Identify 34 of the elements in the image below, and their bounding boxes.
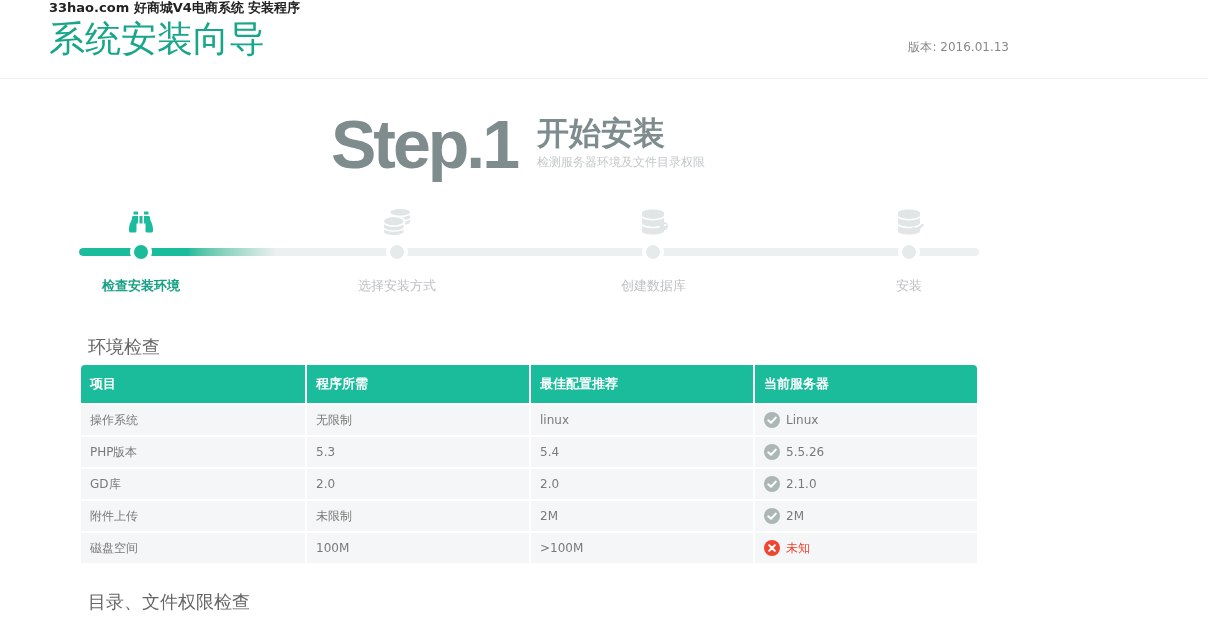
table-cell: 2.0: [307, 469, 529, 499]
step-label: 检查安装环境: [102, 278, 180, 294]
page-title: 系统安装向导: [49, 19, 265, 59]
site-title: 33hao.com 好商城V4电商系统 安装程序: [49, 0, 301, 15]
table-cell: >100M: [531, 533, 753, 563]
table-cell: 2.0: [531, 469, 753, 499]
table-cell: 5.3: [307, 437, 529, 467]
server-value: 5.5.26: [786, 444, 825, 461]
server-value: Linux: [786, 412, 819, 429]
section-title: 环境检查: [88, 335, 160, 359]
table-cell: 附件上传: [81, 501, 305, 531]
table-cell: 2M: [531, 501, 753, 531]
server-value: 未知: [786, 540, 810, 557]
version-label: 版本: 2016.01.13: [908, 40, 1009, 55]
table-header-cell: 当前服务器: [755, 365, 977, 403]
table-cell: PHP版本: [81, 437, 305, 467]
table-header-cell: 程序所需: [307, 365, 529, 403]
table-cell: 磁盘空间: [81, 533, 305, 563]
section-title: 目录、文件权限检查: [88, 590, 250, 614]
server-value: 2.1.0: [786, 476, 817, 493]
table-header-cell: 最佳配置推荐: [531, 365, 753, 403]
table-cell: 100M: [307, 533, 529, 563]
step-title: 开始安装: [537, 115, 666, 151]
step-label: 安装: [896, 278, 922, 294]
step-label: 选择安装方式: [358, 278, 436, 294]
table-cell: 操作系统: [81, 405, 305, 435]
table-cell: 无限制: [307, 405, 529, 435]
table-cell: linux: [531, 405, 753, 435]
table-cell: 5.4: [531, 437, 753, 467]
table-cell: 未限制: [307, 501, 529, 531]
table-cell: GD库: [81, 469, 305, 499]
server-value: 2M: [786, 508, 804, 525]
table-header-cell: 项目: [81, 365, 305, 403]
step-label: 创建数据库: [620, 278, 686, 294]
